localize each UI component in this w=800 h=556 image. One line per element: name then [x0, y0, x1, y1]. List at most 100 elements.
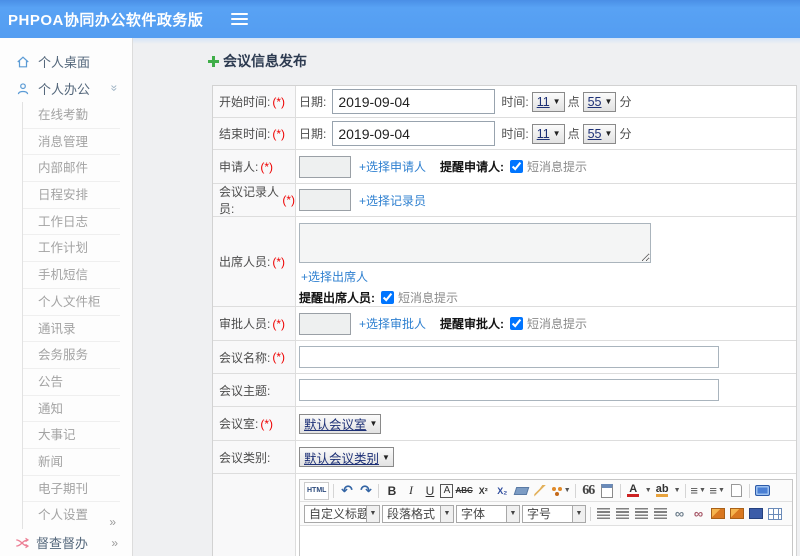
person-icon	[16, 82, 30, 96]
remove-format-icon[interactable]	[513, 482, 530, 500]
image-manager-icon[interactable]	[728, 505, 745, 523]
caret-down-icon: ▼	[604, 129, 613, 138]
meeting-name-input[interactable]	[299, 346, 719, 368]
clear-format-icon[interactable]	[532, 482, 549, 500]
minute-suffix: 分	[619, 95, 632, 109]
meeting-room-select[interactable]: 默认会议室 ▼	[299, 413, 382, 434]
end-hour-select[interactable]: 11 ▼	[531, 123, 565, 144]
sidebar-item-attendance[interactable]: 在线考勤	[23, 102, 120, 129]
font-color-icon[interactable]: A	[625, 482, 642, 500]
unordered-list-icon[interactable]: ≡ ▼	[709, 482, 726, 500]
insert-media-icon[interactable]	[747, 505, 764, 523]
applicant-input[interactable]	[299, 155, 351, 178]
align-justify-icon[interactable]	[652, 505, 669, 523]
char-border-icon[interactable]: A	[440, 483, 454, 498]
sidebar-item-supervision[interactable]: 督查督办 »	[0, 529, 132, 556]
start-date-input[interactable]	[332, 89, 496, 114]
menu-toggle-icon[interactable]	[231, 13, 249, 25]
undo-icon[interactable]: ↶	[338, 482, 355, 500]
sidebar-item-file-cabinet[interactable]: 个人文件柜	[23, 289, 120, 316]
sidebar-item-desktop[interactable]: 个人桌面	[0, 48, 132, 75]
required-mark: (*)	[272, 350, 286, 364]
editor-toolbar-row2: 自定义标题 ▼ 段落格式 ▼ 字体 ▼ 字号 ▼ ∞ ∞	[300, 502, 792, 526]
meeting-category-select[interactable]: 默认会议类别 ▼	[299, 447, 394, 467]
hour-suffix: 点	[567, 95, 580, 109]
sidebar-item-messages[interactable]: 消息管理	[23, 129, 120, 156]
meeting-category-label: 会议类别:	[219, 450, 271, 465]
editor-content-area[interactable]	[300, 526, 792, 556]
underline-icon[interactable]: U	[421, 482, 438, 500]
bold-icon[interactable]: B	[383, 482, 400, 500]
sidebar-item-personal-settings[interactable]: 个人设置 »	[23, 502, 120, 529]
format-painter-icon[interactable]: ▼	[551, 482, 571, 500]
italic-icon[interactable]: I	[402, 482, 419, 500]
attendees-sms-checkbox[interactable]	[381, 291, 394, 304]
choose-applicant-link[interactable]: +选择申请人	[359, 158, 426, 175]
insert-link-icon[interactable]: ∞	[671, 505, 688, 523]
font-size-dropdown[interactable]: 字号 ▼	[522, 504, 586, 523]
applicant-sms-checkbox[interactable]	[510, 160, 524, 173]
sidebar-item-office[interactable]: 个人办公 »	[0, 75, 132, 102]
choose-approver-link[interactable]: +选择审批人	[359, 315, 426, 332]
sidebar-item-schedule[interactable]: 日程安排	[23, 182, 120, 209]
html-source-button[interactable]: HTML	[304, 481, 330, 500]
hour-suffix: 点	[567, 127, 580, 141]
insert-table-icon[interactable]	[766, 505, 783, 523]
sidebar-item-events[interactable]: 大事记	[23, 422, 120, 449]
paragraph-format-dropdown[interactable]: 段落格式 ▼	[382, 504, 454, 523]
caret-down-icon: ▼	[369, 419, 378, 428]
sidebar-item-internal-mail[interactable]: 内部邮件	[23, 155, 120, 183]
remind-approver-label: 提醒审批人:	[440, 317, 505, 331]
font-family-dropdown[interactable]: 字体 ▼	[456, 504, 520, 523]
caret-down-icon: ▼	[382, 452, 390, 462]
align-center-icon[interactable]	[614, 505, 631, 523]
end-date-input[interactable]	[332, 121, 496, 146]
highlight-color-icon[interactable]: ab	[654, 482, 671, 500]
start-minute-select[interactable]: 55 ▼	[582, 91, 617, 112]
sidebar-item-announcement[interactable]: 公告	[23, 369, 120, 396]
start-hour-select[interactable]: 11 ▼	[531, 91, 565, 112]
required-mark: (*)	[272, 316, 286, 331]
sidebar-item-contacts[interactable]: 通讯录	[23, 316, 120, 343]
choose-attendees-link[interactable]: +选择出席人	[301, 268, 368, 285]
sidebar-item-work-log[interactable]: 工作日志	[23, 209, 120, 236]
sidebar-item-notice[interactable]: 通知	[23, 396, 120, 423]
form-row-recorder: 会议记录人员: (*) +选择记录员	[213, 184, 796, 217]
choose-recorder-link[interactable]: +选择记录员	[359, 192, 426, 209]
insert-image-icon[interactable]	[709, 505, 726, 523]
approver-sms-checkbox[interactable]	[510, 317, 524, 330]
sidebar-submenu: 在线考勤 消息管理 内部邮件 日程安排 工作日志 工作计划 手机短信 个人文件柜…	[22, 102, 120, 529]
blockquote-icon[interactable]: 66	[580, 482, 597, 500]
sidebar-item-sms[interactable]: 手机短信	[23, 262, 120, 289]
align-right-icon[interactable]	[633, 505, 650, 523]
custom-heading-dropdown[interactable]: 自定义标题 ▼	[304, 504, 380, 523]
ordered-list-icon[interactable]: ≡ ▼	[690, 482, 707, 500]
caret-down-icon: ▼	[506, 505, 519, 522]
attendees-label: 出席人员:	[219, 255, 271, 269]
recorder-input[interactable]	[299, 189, 351, 211]
sidebar-item-e-journal[interactable]: 电子期刊	[23, 476, 120, 503]
fullscreen-icon[interactable]	[754, 482, 771, 500]
form-row-end-time: 结束时间:(*) 日期: 时间: 11▼ 点 55▼ 分	[213, 118, 796, 150]
align-left-icon[interactable]	[595, 505, 612, 523]
sidebar-item-news[interactable]: 新闻	[23, 449, 120, 476]
editor-toolbar-row1: HTML ↶ ↷ B I U A ABC X² X₂ ▼ 66 A ▼ ab ▼…	[300, 480, 792, 502]
form-row-meeting-room: 会议室: (*) 默认会议室 ▼	[213, 407, 796, 441]
remove-link-icon[interactable]: ∞	[690, 505, 707, 523]
form-row-meeting-name: 会议名称: (*)	[213, 341, 796, 374]
subscript-icon[interactable]: X₂	[494, 482, 511, 500]
time-label: 时间:	[501, 127, 529, 141]
sidebar-item-meeting-service[interactable]: 会务服务	[23, 342, 120, 369]
approver-input[interactable]	[299, 312, 351, 335]
new-page-icon[interactable]	[728, 482, 745, 500]
sidebar-item-work-plan[interactable]: 工作计划	[23, 235, 120, 263]
strikethrough-icon[interactable]: ABC	[455, 482, 472, 500]
meeting-subject-input[interactable]	[299, 379, 719, 401]
superscript-icon[interactable]: X²	[475, 482, 492, 500]
sidebar: 个人桌面 个人办公 » 在线考勤 消息管理 内部邮件 日程安排 工作日志 工作计…	[0, 38, 133, 556]
attendees-textarea[interactable]	[299, 223, 651, 263]
redo-icon[interactable]: ↷	[357, 482, 374, 500]
paste-icon[interactable]	[599, 482, 616, 500]
meeting-name-label: 会议名称:	[219, 350, 271, 365]
end-minute-select[interactable]: 55 ▼	[582, 123, 617, 144]
